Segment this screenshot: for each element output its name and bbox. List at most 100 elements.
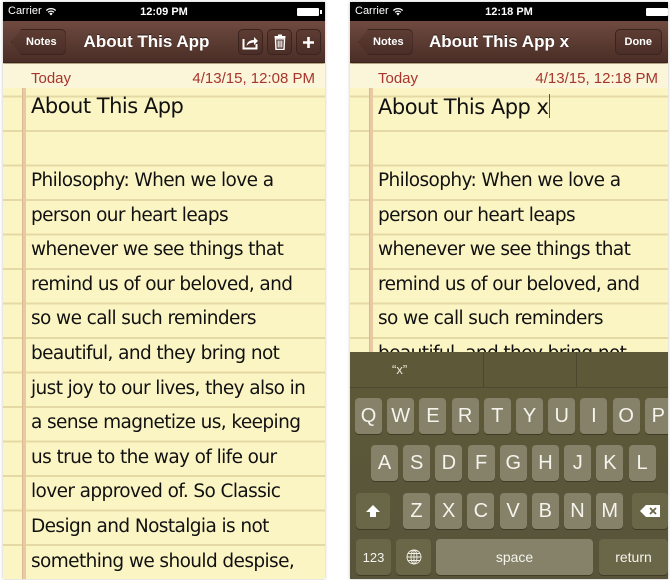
carrier-indicator: Carrier: [8, 5, 57, 17]
note-line: so we call such reminders: [31, 308, 256, 330]
wifi-icon: [45, 7, 56, 15]
share-icon: [242, 36, 258, 49]
note-day-label: Today: [31, 70, 72, 87]
key-s[interactable]: S: [403, 445, 431, 481]
note-title-editing[interactable]: About This App x: [378, 94, 551, 119]
key-row-3: ZXCVBNM: [350, 493, 668, 530]
note-line: remind us of our beloved, and: [31, 273, 293, 295]
battery-icon: [297, 8, 322, 16]
add-note-button[interactable]: [296, 29, 321, 55]
suggestion-3[interactable]: [577, 352, 668, 387]
status-time: 12:09 PM: [140, 5, 188, 18]
globe-icon: [406, 549, 421, 565]
key-row-4: 123 space return: [350, 539, 668, 576]
note-line: person our heart leaps: [31, 204, 229, 226]
key-l[interactable]: L: [628, 445, 656, 481]
key-d[interactable]: D: [435, 445, 463, 481]
wifi-icon: [392, 7, 403, 15]
note-line: person our heart leaps: [378, 204, 576, 226]
key-p[interactable]: P: [644, 398, 668, 434]
navigation-bar: Notes About This App: [3, 21, 325, 63]
note-edit-screen: Carrier 12:18 PM Notes About This App x …: [350, 2, 668, 579]
note-line: Philosophy: When we love a: [31, 170, 274, 191]
key-i[interactable]: I: [580, 398, 608, 434]
trash-icon: [274, 34, 285, 50]
key-y[interactable]: Y: [516, 398, 543, 434]
key-o[interactable]: O: [612, 398, 640, 434]
status-bar: Carrier 12:09 PM: [3, 2, 325, 21]
key-z[interactable]: Z: [403, 493, 430, 529]
note-paper[interactable]: Today 4/13/15, 12:08 PM About This App P…: [3, 64, 325, 579]
plus-icon: [303, 36, 314, 48]
note-day-label: Today: [378, 70, 419, 87]
note-title: About This App: [31, 94, 184, 118]
return-key[interactable]: return: [599, 539, 668, 575]
note-line: whenever we see things that: [31, 239, 284, 261]
back-button-label: Notes: [26, 36, 57, 48]
key-w[interactable]: W: [387, 398, 415, 434]
key-row-2: ASDFGHJKL: [350, 445, 668, 482]
carrier-indicator: Carrier: [355, 5, 404, 17]
suggestion-2[interactable]: [484, 352, 577, 387]
key-g[interactable]: G: [499, 445, 527, 481]
key-row-1: QWERTYUIOP: [350, 398, 668, 435]
battery-icon: [646, 8, 668, 16]
text-cursor: [549, 94, 551, 118]
trash-button[interactable]: [267, 29, 292, 55]
numbers-key[interactable]: 123: [356, 539, 391, 575]
backspace-icon: [640, 505, 660, 517]
carrier-label: Carrier: [8, 5, 42, 17]
note-body[interactable]: Philosophy: When we love a person our he…: [378, 164, 662, 372]
note-timestamp: 4/13/15, 12:08 PM: [192, 70, 315, 87]
note-line: us true to the way of life our: [31, 446, 277, 468]
note-line: so we call such reminders: [378, 308, 603, 330]
notes-back-button[interactable]: Notes: [11, 29, 66, 55]
share-button[interactable]: [238, 29, 263, 55]
note-line: something we should despise,: [31, 550, 295, 572]
key-b[interactable]: B: [531, 493, 559, 529]
notes-back-button[interactable]: Notes: [358, 29, 413, 55]
key-u[interactable]: U: [548, 398, 576, 434]
key-m[interactable]: M: [596, 493, 624, 529]
key-q[interactable]: Q: [355, 398, 382, 434]
key-x[interactable]: X: [435, 493, 463, 529]
key-k[interactable]: K: [596, 445, 624, 481]
note-line: Design and Nostalgia is not: [31, 515, 269, 537]
predictive-bar: “x”: [350, 352, 668, 388]
delete-key[interactable]: [632, 493, 668, 529]
shift-key[interactable]: [356, 493, 390, 529]
note-line: whenever we see things that: [378, 239, 631, 261]
note-line: beautiful, and they bring not: [31, 342, 280, 364]
key-t[interactable]: T: [483, 398, 511, 434]
key-f[interactable]: F: [467, 445, 495, 481]
key-n[interactable]: N: [564, 493, 591, 529]
status-time: 12:18 PM: [485, 5, 533, 18]
key-j[interactable]: J: [564, 445, 592, 481]
key-c[interactable]: C: [467, 493, 495, 529]
keyboard: “x” QWERTYUIOP ASDFGHJKL ZXCVBNM 123 spa…: [350, 352, 668, 579]
status-bar: Carrier 12:18 PM: [350, 2, 668, 21]
shift-arrow-icon: [366, 505, 380, 517]
key-e[interactable]: E: [419, 398, 447, 434]
note-view-screen: Carrier 12:09 PM Notes About This App To…: [3, 2, 325, 579]
note-date-row: Today 4/13/15, 12:18 PM: [378, 70, 658, 87]
note-line: a sense magnetize us, keeping: [31, 412, 301, 434]
key-a[interactable]: A: [371, 445, 398, 481]
suggestion-1[interactable]: “x”: [350, 352, 485, 387]
navigation-bar: Notes About This App x Done: [350, 21, 668, 63]
done-button[interactable]: Done: [614, 29, 662, 55]
carrier-label: Carrier: [355, 5, 389, 17]
done-button-label: Done: [624, 36, 653, 48]
note-date-row: Today 4/13/15, 12:08 PM: [31, 70, 315, 87]
note-line: just joy to our lives, they also in: [31, 377, 306, 399]
back-button-label: Notes: [373, 36, 404, 48]
key-r[interactable]: R: [451, 398, 479, 434]
note-body[interactable]: Philosophy: When we love a person our he…: [31, 164, 319, 579]
key-h[interactable]: H: [532, 445, 559, 481]
note-line: lover approved of. So Classic: [31, 481, 281, 503]
note-line: Philosophy: When we love a: [378, 170, 621, 191]
space-key[interactable]: space: [436, 539, 593, 575]
key-v[interactable]: V: [499, 493, 527, 529]
globe-key[interactable]: [396, 539, 431, 575]
note-timestamp: 4/13/15, 12:18 PM: [535, 70, 658, 87]
